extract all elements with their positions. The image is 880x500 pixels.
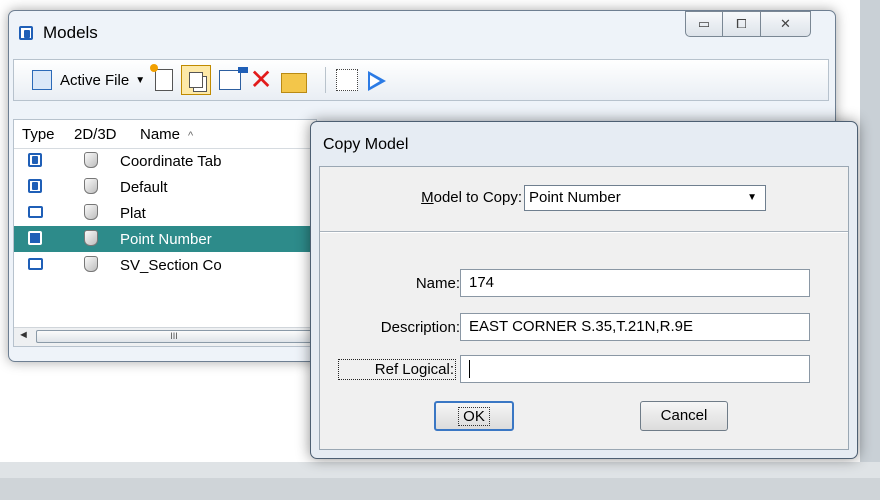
close-icon: ✕ bbox=[780, 16, 791, 31]
copy-model-icon[interactable] bbox=[181, 65, 212, 95]
model-3d-icon bbox=[84, 177, 98, 194]
sheet-model-icon bbox=[28, 258, 43, 270]
active-file-dropdown[interactable]: Active File bbox=[60, 72, 129, 89]
description-label: Description: bbox=[380, 319, 460, 336]
name-label: Name: bbox=[415, 275, 460, 292]
models-list: Type 2D/3D Name ^ Coordinate Tab Default Pl… bbox=[13, 119, 317, 347]
dim-cell bbox=[64, 255, 120, 275]
text-cursor bbox=[469, 360, 470, 379]
design-model-icon bbox=[28, 178, 42, 193]
restore-icon: ⧠ bbox=[736, 16, 747, 31]
select-area-icon[interactable] bbox=[336, 69, 359, 91]
chevron-down-icon[interactable]: ▼ bbox=[135, 75, 145, 86]
restore-button[interactable]: ⧠ bbox=[723, 11, 761, 37]
type-cell bbox=[14, 205, 64, 221]
minimize-icon: ▭ bbox=[697, 16, 711, 31]
type-cell bbox=[14, 152, 64, 170]
column-header-type[interactable]: Type bbox=[14, 126, 66, 143]
name-cell: Coordinate Tab bbox=[120, 152, 222, 170]
dialog-title: Copy Model bbox=[323, 136, 409, 153]
sort-ascending-icon: ^ bbox=[188, 129, 194, 142]
type-cell bbox=[14, 178, 64, 196]
sheet-model-icon bbox=[28, 206, 43, 218]
models-title: Models bbox=[43, 23, 98, 42]
table-row[interactable]: Coordinate Tab bbox=[14, 148, 316, 174]
backdrop-band-right bbox=[860, 0, 880, 500]
model-window-icon bbox=[19, 26, 33, 40]
cancel-button[interactable]: Cancel bbox=[640, 401, 728, 431]
type-cell bbox=[14, 257, 64, 273]
dim-cell bbox=[64, 151, 120, 171]
model-to-copy-label-text: odel to Copy: bbox=[433, 189, 522, 206]
name-cell: Point Number bbox=[120, 230, 212, 248]
name-field[interactable]: 174 bbox=[460, 269, 810, 297]
model-to-copy-select[interactable]: Point Number ▼ bbox=[524, 185, 766, 211]
scroll-thumb[interactable]: III bbox=[36, 330, 312, 343]
list-rows: Coordinate Tab Default Plat Point Number SV_… bbox=[14, 148, 316, 278]
chevron-down-icon: ▼ bbox=[747, 192, 757, 203]
delete-icon[interactable]: ✕ bbox=[249, 66, 273, 94]
copy-model-dialog: Copy Model Model to Copy: Point Number ▼… bbox=[310, 121, 858, 459]
model-to-copy-value: Point Number bbox=[529, 189, 621, 206]
dim-cell bbox=[64, 229, 120, 249]
dialog-separator bbox=[320, 231, 848, 232]
scroll-left-icon[interactable]: ◄ bbox=[18, 329, 29, 341]
horizontal-scrollbar[interactable]: ◄ III bbox=[14, 327, 316, 346]
model-properties-icon[interactable] bbox=[219, 67, 249, 90]
caption-buttons: ▭ ⧠ ✕ bbox=[685, 11, 811, 37]
models-toolbar: Active File ▼ ✕ bbox=[13, 59, 829, 101]
backdrop-band-bottom-dark bbox=[0, 478, 880, 500]
model-3d-icon bbox=[84, 203, 98, 220]
ok-button[interactable]: OK bbox=[434, 401, 514, 431]
column-header-2d3d[interactable]: 2D/3D bbox=[66, 126, 132, 143]
description-field[interactable]: EAST CORNER S.35,T.21N,R.9E bbox=[460, 313, 810, 341]
name-cell: Default bbox=[120, 178, 168, 196]
dialog-body: Model to Copy: Point Number ▼ Name: 174 … bbox=[319, 166, 849, 450]
column-header-name-label: Name bbox=[140, 125, 181, 143]
ref-logical-label: Ref Logical: bbox=[338, 359, 456, 380]
ref-logical-field[interactable] bbox=[460, 355, 810, 383]
column-header-name[interactable]: Name ^ bbox=[132, 126, 193, 143]
models-title-bar: Models bbox=[19, 23, 98, 43]
design-model-icon bbox=[28, 230, 42, 245]
import-model-icon[interactable] bbox=[281, 73, 308, 93]
type-cell bbox=[14, 230, 64, 248]
model-3d-icon bbox=[84, 255, 98, 272]
new-model-icon[interactable] bbox=[150, 64, 174, 91]
model-3d-icon bbox=[84, 151, 98, 168]
list-header: Type 2D/3D Name ^ bbox=[14, 120, 316, 149]
table-row[interactable]: Plat bbox=[14, 200, 316, 226]
dim-cell bbox=[64, 177, 120, 197]
table-row[interactable]: Default bbox=[14, 174, 316, 200]
name-cell: SV_Section Co bbox=[120, 256, 222, 274]
model-tree-icon[interactable] bbox=[32, 70, 52, 90]
model-3d-icon bbox=[84, 229, 98, 246]
name-cell: Plat bbox=[120, 204, 146, 222]
toolbar-separator bbox=[325, 67, 327, 93]
minimize-button[interactable]: ▭ bbox=[685, 11, 723, 37]
dim-cell bbox=[64, 203, 120, 223]
design-model-icon bbox=[28, 152, 42, 167]
close-button[interactable]: ✕ bbox=[761, 11, 811, 37]
table-row[interactable]: SV_Section Co bbox=[14, 252, 316, 278]
table-row[interactable]: Point Number bbox=[14, 226, 316, 252]
model-to-copy-label: Model to Copy: bbox=[421, 189, 522, 206]
ok-button-label: OK bbox=[458, 407, 490, 426]
shape-icon[interactable] bbox=[366, 69, 387, 91]
